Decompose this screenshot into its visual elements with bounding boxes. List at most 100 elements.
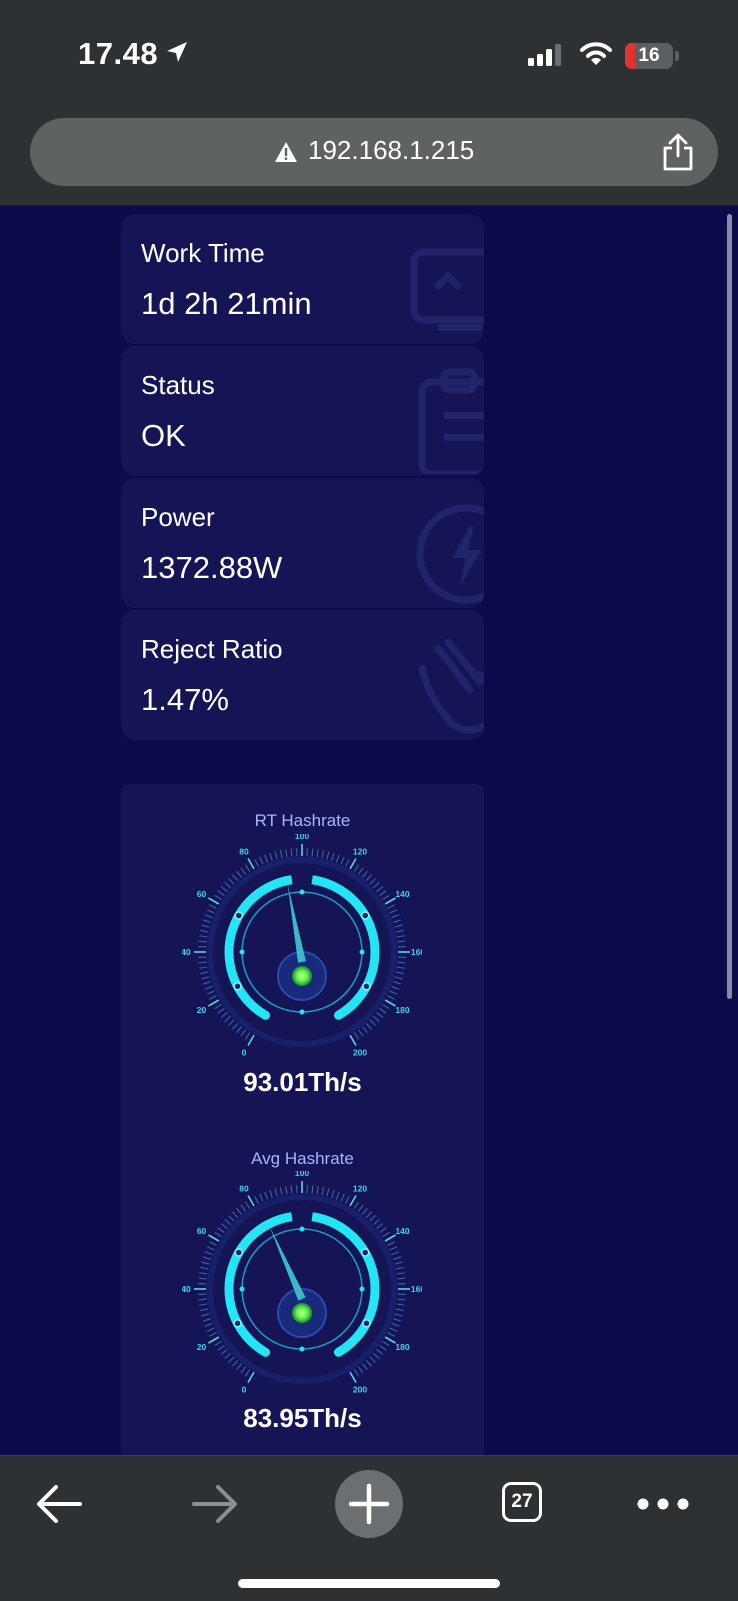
- gauge-tick: [199, 1299, 207, 1300]
- battery-tip: [675, 51, 679, 61]
- gauge-tick: [317, 1186, 318, 1194]
- gauge-tick: [385, 1000, 395, 1006]
- avg-hashrate-title: Avg Hashrate: [121, 1149, 484, 1169]
- gauge-tick-label: 60: [197, 889, 207, 899]
- gauge-tick: [203, 1257, 211, 1259]
- gauge-tick: [203, 920, 211, 922]
- tabs-icon[interactable]: 27: [500, 1468, 548, 1540]
- browser-toolbar: 27: [0, 1455, 738, 1601]
- gauge-tick: [397, 1278, 405, 1279]
- gauge-knob: [363, 1320, 370, 1327]
- new-tab-plus-icon[interactable]: [333, 1468, 405, 1540]
- gauge-tick: [218, 1345, 224, 1350]
- gauge-tick: [265, 855, 268, 862]
- gauge-tick: [350, 1035, 356, 1045]
- gauge-tick: [354, 865, 358, 872]
- gauge-needle: [287, 883, 305, 962]
- gauge-tick-label: 20: [197, 1005, 207, 1015]
- gauge-tick: [377, 1224, 383, 1229]
- gauge-tick: [358, 1030, 363, 1036]
- gauge-tick: [200, 1309, 208, 1311]
- gauge-tick: [199, 1278, 207, 1279]
- gauge-tick: [218, 891, 224, 896]
- gauge-tick-label: 40: [182, 1284, 191, 1294]
- gauge-tick: [225, 1219, 231, 1224]
- rt-hashrate-title: RT Hashrate: [121, 811, 484, 831]
- gauge-tick: [366, 1360, 371, 1366]
- gauge-tick: [390, 1328, 397, 1331]
- gauge-tick-label: 60: [197, 1226, 207, 1236]
- gauge-tick: [346, 859, 350, 866]
- battery-level: 16: [625, 43, 673, 69]
- gauge-tick: [199, 967, 207, 968]
- gauge-tick: [366, 1023, 371, 1029]
- gauge-tick: [312, 849, 313, 857]
- avg-hashrate-gauge: 020406080100120140160180200: [182, 1171, 422, 1401]
- gauge-marker: [360, 1287, 365, 1292]
- gauge-tick: [396, 930, 404, 932]
- browser-address-area: 192.168.1.215: [0, 110, 738, 206]
- gauge-tick: [322, 850, 324, 858]
- share-icon[interactable]: [660, 132, 696, 172]
- gauge-tick: [346, 1196, 350, 1203]
- gauge-tick: [245, 1370, 249, 1377]
- gauge-tick: [221, 1012, 227, 1017]
- cellular-signal-icon: [528, 44, 562, 66]
- gauge-tick: [208, 1235, 218, 1241]
- hashrate-panel: RT Hashrate 020406080100120140160180200 …: [121, 784, 484, 1456]
- gauge-tick: [208, 1337, 218, 1343]
- gauge-tick-label: 80: [239, 1184, 249, 1194]
- gauge-tick: [291, 849, 292, 857]
- gauge-tick: [366, 1212, 371, 1218]
- gauge-tick: [358, 1367, 363, 1373]
- gauge-tick: [380, 1228, 386, 1233]
- address-bar[interactable]: 192.168.1.215: [30, 118, 718, 186]
- reject-ratio-value: 1.47%: [141, 682, 229, 718]
- gauge-tick: [255, 1196, 259, 1203]
- gauge-tick: [245, 865, 249, 872]
- gauge-tick: [373, 1219, 379, 1224]
- address-text[interactable]: 192.168.1.215: [308, 135, 474, 166]
- gauge-tick: [373, 1353, 379, 1358]
- gauge-tick: [380, 891, 386, 896]
- gauge-tick: [291, 1186, 292, 1194]
- gauge-tick: [241, 868, 246, 874]
- power-card: Power 1372.88W: [121, 478, 484, 608]
- forward-arrow-icon[interactable]: [182, 1468, 246, 1540]
- gauge-tick: [207, 1247, 214, 1250]
- gauge-tick: [395, 1262, 403, 1264]
- gauge-tick: [280, 1187, 282, 1195]
- gauge-tick: [225, 882, 231, 887]
- more-icon[interactable]: [635, 1468, 691, 1540]
- gauge-tick: [228, 878, 234, 884]
- gauge-tick: [237, 871, 242, 877]
- gauge-tick: [362, 1027, 367, 1033]
- gauge-tick: [392, 1252, 399, 1255]
- gauge-knob: [363, 983, 370, 990]
- gauge-tick: [228, 1215, 234, 1221]
- gauge-tick: [354, 1370, 358, 1377]
- gauge-tick: [350, 1195, 356, 1205]
- gauge-tick: [396, 1267, 404, 1269]
- gauge-tick: [280, 850, 282, 858]
- gauge-tick: [248, 858, 254, 868]
- gauge-tick: [215, 1341, 222, 1345]
- gauge-tick-label: 0: [242, 1047, 247, 1057]
- gauge-tick-label: 140: [395, 1226, 409, 1236]
- gauge-tick: [383, 1341, 390, 1345]
- gauge-tick: [396, 972, 404, 974]
- gauge-tick: [397, 941, 405, 942]
- gauge-tick-label: 140: [395, 889, 409, 899]
- gauge-tick: [202, 1262, 210, 1264]
- back-arrow-icon[interactable]: [28, 1468, 92, 1540]
- gauge-tick-label: 100: [295, 1171, 309, 1178]
- gauge-tick: [260, 857, 263, 864]
- gauge-tick-label: 120: [353, 1184, 367, 1194]
- gauge-tick: [397, 1299, 405, 1300]
- lightning-icon: [408, 496, 484, 606]
- gauge-tick: [248, 1372, 254, 1382]
- gauge-tick: [208, 1000, 218, 1006]
- page-scrollbar[interactable]: [727, 214, 732, 999]
- gauge-marker: [300, 1010, 305, 1015]
- gauge-tick: [265, 1192, 268, 1199]
